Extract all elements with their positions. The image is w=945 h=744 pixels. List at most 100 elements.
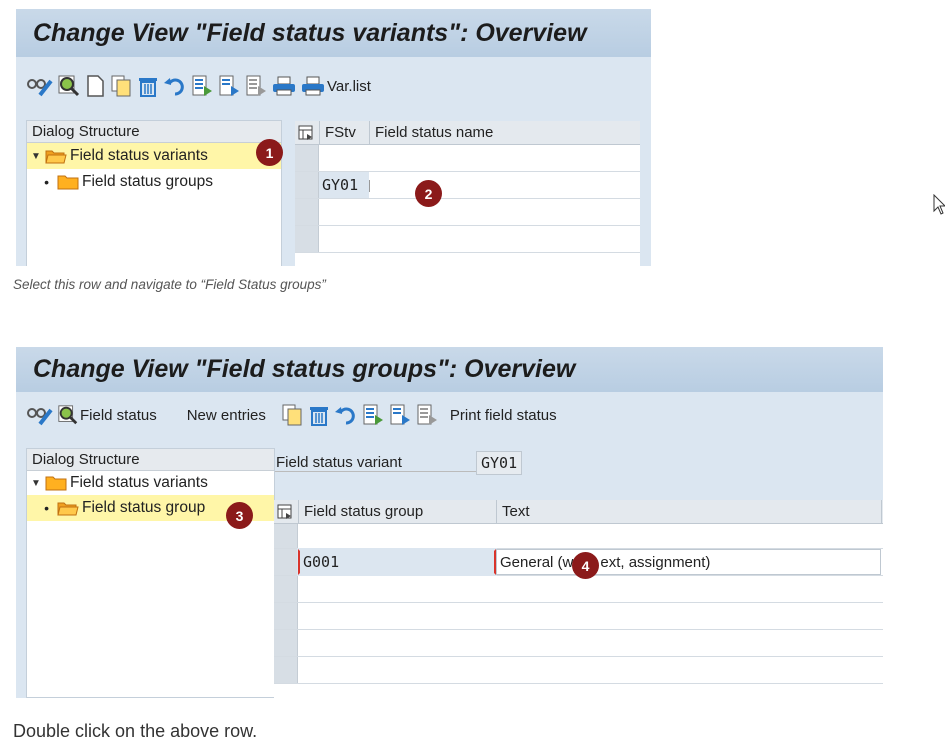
table-row-empty [274, 657, 883, 684]
screenshot-field-status-variants: Change View "Field status variants": Ove… [16, 9, 651, 266]
new-entries-button[interactable]: New entries [187, 402, 266, 428]
table-settings-icon[interactable] [274, 500, 299, 523]
screen-title-text: Change View "Field status groups": Overv… [33, 355, 576, 383]
application-toolbar: Field status New entries Print field sta… [16, 392, 883, 438]
folder-icon [57, 175, 79, 190]
delete-icon[interactable] [136, 73, 160, 99]
magnifier-icon[interactable] [57, 73, 81, 99]
content-area: Dialog Structure ▼ Field status variants… [16, 438, 883, 698]
row-selector[interactable] [274, 603, 298, 629]
copy-icon[interactable] [280, 402, 304, 428]
bullet-icon: • [44, 500, 49, 516]
new-entries-label: New entries [186, 406, 266, 424]
var-list-label: Var.list [327, 77, 371, 95]
select-all-icon[interactable] [190, 73, 214, 99]
open-folder-icon [45, 150, 67, 164]
field-status-groups-table: Field status group Text G001 General (w … [274, 500, 883, 698]
dialog-structure-header: Dialog Structure [27, 449, 274, 471]
table-header: Field status group Text [274, 500, 883, 524]
text-cell-value: General (w [500, 553, 574, 571]
column-header-field-status-name[interactable]: Field status name [370, 121, 640, 144]
copy-icon[interactable] [109, 73, 133, 99]
deselect-icon[interactable] [244, 73, 268, 99]
print-field-status-label: Print field status [449, 406, 557, 424]
variant-value: GY01 [476, 451, 523, 475]
text-cell[interactable]: General (w ext, assignment) [496, 549, 881, 575]
row-selector[interactable] [295, 226, 319, 252]
content-area: Dialog Structure ▼ Field status variants… [16, 115, 651, 266]
fstv-cell[interactable]: GY01 [319, 172, 369, 198]
application-toolbar: Var.list [16, 57, 651, 115]
variant-label: Field status variant [275, 454, 476, 472]
expand-arrow-icon[interactable]: ▼ [27, 478, 45, 489]
screen-title: Change View "Field status groups": Overv… [16, 347, 883, 392]
table-row-empty [274, 524, 883, 549]
table-row-empty [295, 199, 640, 226]
dialog-structure-title: Dialog Structure [32, 123, 140, 140]
print-icon[interactable] [271, 73, 297, 99]
open-folder-icon [57, 502, 79, 516]
field-status-label: Field status [80, 406, 157, 424]
glasses-pencil-icon[interactable] [26, 402, 54, 428]
var-list-button[interactable]: Var.list [300, 73, 371, 99]
tree-item-field-status-variants[interactable]: ▼ Field status variants [27, 143, 281, 169]
deselect-icon[interactable] [415, 402, 439, 428]
table-row-empty [274, 576, 883, 603]
row-selector[interactable] [295, 199, 319, 225]
table-row[interactable]: GY01 [295, 172, 640, 199]
folder-icon [45, 476, 67, 491]
column-header-fstv[interactable]: FStv [320, 121, 370, 144]
select-all-icon[interactable] [361, 402, 385, 428]
row-selector[interactable] [274, 576, 298, 602]
dialog-structure-panel: Dialog Structure ▼ Field status variants… [26, 448, 275, 698]
column-header-field-status-group[interactable]: Field status group [299, 500, 497, 523]
table-header: FStv Field status name [295, 121, 640, 145]
delete-icon[interactable] [307, 402, 331, 428]
row-selector[interactable] [274, 549, 298, 575]
tree-item-label: Field status group [82, 499, 206, 516]
dialog-structure-panel: Dialog Structure ▼ Field status variants… [26, 120, 282, 266]
tree-item-field-status-groups[interactable]: • Field status groups [27, 169, 281, 195]
variant-field: Field status variant GY01 [275, 448, 523, 478]
field-status-button[interactable]: Field status [57, 402, 157, 428]
undo-icon[interactable] [334, 402, 358, 428]
select-block-icon[interactable] [388, 402, 412, 428]
tree-item-label: Field status variants [70, 147, 208, 164]
table-row-empty [274, 630, 883, 657]
field-status-name-cell[interactable] [369, 180, 549, 192]
row-selector[interactable] [295, 145, 319, 171]
column-header-text[interactable]: Text [497, 500, 882, 523]
glasses-pencil-icon[interactable] [26, 73, 54, 99]
caption-double-click: Double click on the above row. [13, 721, 258, 741]
dialog-structure-header: Dialog Structure [27, 121, 281, 143]
undo-icon[interactable] [163, 73, 187, 99]
row-selector[interactable] [274, 657, 298, 683]
tree-item-label: Field status variants [70, 474, 208, 491]
expand-arrow-icon[interactable]: ▼ [27, 151, 45, 162]
table-row-empty [295, 226, 640, 253]
magnifier-icon [58, 405, 78, 425]
row-selector[interactable] [274, 524, 298, 548]
bullet-icon: • [44, 174, 49, 190]
mouse-cursor-icon [933, 194, 945, 215]
variants-table: FStv Field status name GY01 [295, 121, 640, 266]
callout-badge-4: 4 [572, 552, 599, 579]
table-settings-icon[interactable] [295, 121, 320, 144]
tree-item-label: Field status groups [82, 173, 213, 190]
new-document-icon[interactable] [84, 73, 106, 99]
screen-title-text: Change View "Field status variants": Ove… [33, 18, 587, 47]
print-list-icon [302, 76, 324, 96]
print-field-status-button[interactable]: Print field status [450, 402, 557, 428]
tree-item-field-status-variants[interactable]: ▼ Field status variants [27, 471, 274, 495]
dialog-structure-title: Dialog Structure [32, 451, 140, 468]
text-cell-value-tail: ext, assignment) [600, 553, 711, 571]
callout-badge-2: 2 [415, 180, 442, 207]
select-block-icon[interactable] [217, 73, 241, 99]
table-row-empty [295, 145, 640, 172]
caption-select-row: Select this row and navigate to “Field S… [13, 277, 326, 292]
row-selector[interactable] [295, 172, 319, 198]
row-selector[interactable] [274, 630, 298, 656]
screen-title: Change View "Field status variants": Ove… [16, 9, 651, 57]
callout-badge-3: 3 [226, 502, 253, 529]
field-status-group-cell[interactable]: G001 [297, 548, 497, 576]
